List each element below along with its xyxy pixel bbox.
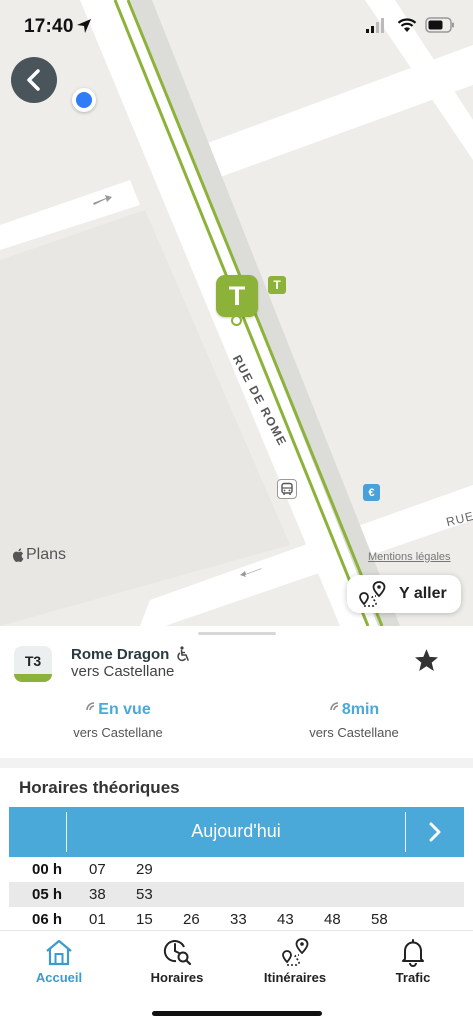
- next-passage-1: En vue vers Castellane: [0, 698, 236, 740]
- schedule-minute: 26: [183, 911, 200, 928]
- schedule-minute: 53: [136, 886, 153, 903]
- route-icon: [359, 581, 386, 607]
- go-there-label: Y aller: [399, 585, 447, 602]
- chevron-right-icon: [429, 822, 441, 842]
- location-arrow-icon: [77, 19, 91, 33]
- passage-direction: vers Castellane: [309, 725, 399, 740]
- clock-search-icon: [163, 940, 192, 966]
- schedule-minute: 38: [89, 886, 106, 903]
- tab-trafic[interactable]: Trafic: [354, 931, 472, 991]
- tab-bar: Accueil Horaires Itinéraires Trafic: [0, 930, 473, 1024]
- passage-direction: vers Castellane: [73, 725, 163, 740]
- tab-label: Itinéraires: [263, 970, 327, 985]
- chevron-left-icon: [27, 69, 40, 91]
- maps-attribution: Plans: [11, 546, 66, 564]
- day-label: Aujourd'hui: [191, 821, 281, 841]
- schedule-minute: 01: [89, 911, 106, 928]
- battery-icon: [425, 17, 454, 33]
- stop-direction: vers Castellane: [71, 663, 175, 680]
- tab-label: Trafic: [395, 970, 431, 985]
- day-selector: Aujourd'hui: [9, 807, 464, 857]
- realtime-signal-icon: [86, 702, 95, 711]
- schedule-hour: 05 h: [32, 886, 63, 903]
- home-icon: [46, 939, 72, 966]
- schedule-minute: 15: [136, 911, 153, 928]
- bell-icon: [402, 939, 424, 967]
- status-bar: 17:40: [0, 0, 473, 56]
- schedule-row: 00 h 07 29: [9, 857, 464, 882]
- bus-stop-icon[interactable]: [277, 479, 297, 499]
- next-passage-2: 8min vers Castellane: [236, 698, 472, 740]
- wifi-icon: [397, 18, 417, 32]
- tram-stop-marker[interactable]: T: [216, 275, 258, 317]
- passage-time: En vue: [98, 701, 151, 718]
- stop-name: Rome Dragon: [71, 646, 170, 663]
- bank-poi-icon[interactable]: €: [363, 484, 380, 501]
- schedule-hour: 00 h: [32, 861, 63, 878]
- tab-label: Accueil: [35, 970, 83, 985]
- realtime-signal-icon: [330, 702, 338, 711]
- bus-icon: [281, 482, 293, 495]
- favorite-star-icon[interactable]: [414, 648, 439, 672]
- tab-label: Horaires: [150, 970, 204, 985]
- maps-brand-label: Plans: [26, 546, 67, 563]
- cellular-signal-icon: [366, 18, 384, 33]
- status-time: 17:40: [24, 16, 74, 37]
- route-icon: [282, 938, 309, 966]
- tab-horaires[interactable]: Horaires: [118, 931, 236, 991]
- legal-mentions-link[interactable]: Mentions légales: [368, 551, 451, 563]
- map-view[interactable]: 17:40 T T RUE DE ROME RUE € Plans Mentio…: [0, 0, 473, 626]
- go-there-button[interactable]: Y aller: [347, 575, 461, 613]
- schedule-row: 06 h 01 15 26 33 43 48 58: [9, 907, 464, 930]
- schedule-minute: 29: [136, 861, 153, 878]
- tab-accueil[interactable]: Accueil: [0, 931, 118, 991]
- sheet-handle[interactable]: [198, 632, 276, 635]
- user-location-dot: [72, 88, 96, 112]
- wheelchair-accessible-icon: [177, 646, 189, 662]
- schedule-row: 05 h 38 53: [9, 882, 464, 907]
- schedule-minute: 58: [371, 911, 388, 928]
- schedule-minute: 07: [89, 861, 106, 878]
- schedule-hour: 06 h: [32, 911, 63, 928]
- schedule-minute: 43: [277, 911, 294, 928]
- schedule-minute: 48: [324, 911, 341, 928]
- tram-stop-marker-small[interactable]: T: [268, 276, 286, 294]
- stop-details-sheet: T3 Rome Dragon vers Castellane En vue ve…: [0, 626, 473, 930]
- schedule-minute: 33: [230, 911, 247, 928]
- line-badge-label: T3: [24, 653, 42, 669]
- back-button[interactable]: [11, 57, 57, 103]
- apple-logo-icon: [12, 547, 24, 562]
- schedule-title: Horaires théoriques: [19, 778, 180, 797]
- next-day-button[interactable]: [406, 807, 464, 857]
- status-icons: [365, 16, 455, 34]
- tram-stop-point: [231, 315, 242, 326]
- line-badge: T3: [14, 646, 52, 682]
- home-indicator[interactable]: [152, 1011, 322, 1016]
- tab-itineraires[interactable]: Itinéraires: [236, 931, 354, 991]
- section-divider: [0, 758, 473, 768]
- passage-time: 8min: [341, 701, 380, 718]
